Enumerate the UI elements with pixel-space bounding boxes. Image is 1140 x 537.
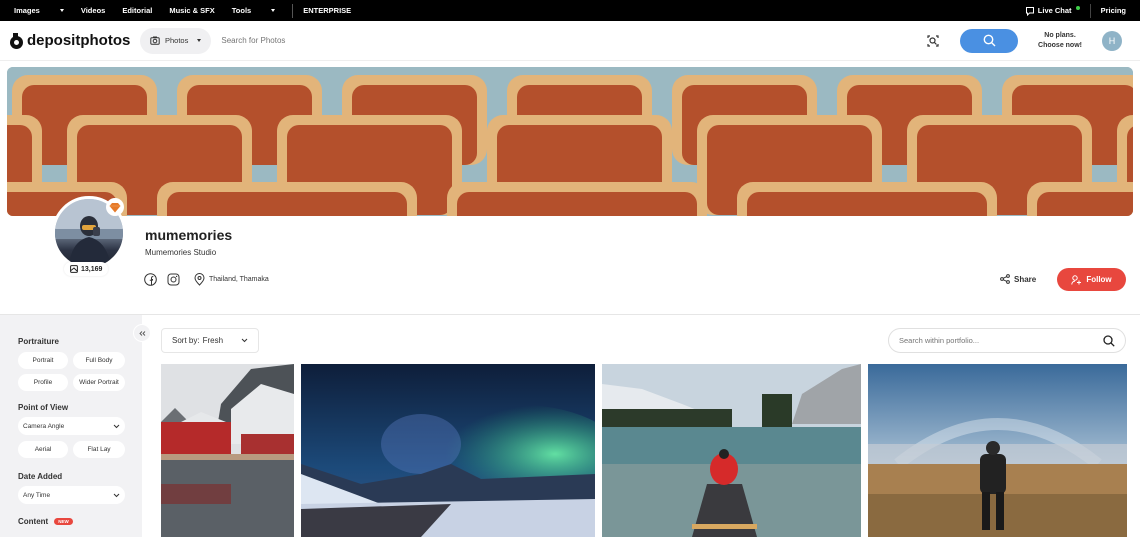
search-type-dropdown[interactable]: Photos xyxy=(140,27,212,54)
site-header: depositphotos Photos No plans. Choose no… xyxy=(0,21,1140,61)
chevron-down-icon xyxy=(113,424,120,428)
portfolio-search xyxy=(888,328,1126,353)
point-of-view-chips: Aerial Flat Lay xyxy=(18,441,125,458)
profile-username: mumemories xyxy=(145,227,233,243)
filter-heading-date-added: Date Added xyxy=(18,472,63,481)
profile-location: Thailand, Thamaka xyxy=(194,273,269,286)
camera-icon xyxy=(150,36,160,45)
nav-images[interactable]: Images xyxy=(14,6,64,15)
photo-aurora xyxy=(301,364,595,537)
search-input[interactable] xyxy=(221,36,925,45)
photo-tile[interactable] xyxy=(161,364,294,537)
add-user-icon xyxy=(1071,274,1082,285)
image-search-icon xyxy=(927,34,939,47)
photo-hiker-fogbow xyxy=(868,364,1127,537)
filter-heading-portraiture: Portraiture xyxy=(18,337,59,346)
file-count-badge: 13,169 xyxy=(64,262,109,276)
filter-heading-content: Content NEW xyxy=(18,517,124,526)
chip-profile[interactable]: Profile xyxy=(18,374,68,391)
portraiture-chips: Portrait Full Body Profile Wider Portrai… xyxy=(18,352,125,391)
chip-full-body[interactable]: Full Body xyxy=(73,352,125,369)
nav-editorial[interactable]: Editorial xyxy=(122,6,152,15)
follow-button[interactable]: Follow xyxy=(1057,268,1126,291)
diamond-icon xyxy=(109,202,121,212)
nav-videos[interactable]: Videos xyxy=(81,6,105,15)
nav-tools[interactable]: Tools xyxy=(232,6,276,15)
location-pin-icon xyxy=(194,273,205,286)
logo-mark-icon xyxy=(10,32,24,49)
search-button[interactable] xyxy=(960,28,1019,53)
search-bar: Photos xyxy=(140,27,925,54)
visual-search-button[interactable] xyxy=(924,32,942,50)
auditorium-seats-image xyxy=(7,67,1133,216)
chip-flat-lay[interactable]: Flat Lay xyxy=(73,441,125,458)
sort-dropdown[interactable]: Sort by: Fresh xyxy=(161,328,259,353)
double-chevron-left-icon xyxy=(138,330,145,336)
logo[interactable]: depositphotos xyxy=(10,32,140,49)
search-icon xyxy=(983,34,996,47)
image-icon xyxy=(70,265,78,273)
nav-music-sfx[interactable]: Music & SFX xyxy=(169,6,214,15)
photo-tile[interactable] xyxy=(868,364,1127,537)
facebook-icon[interactable] xyxy=(144,273,157,286)
top-nav-bar: Images Videos Editorial Music & SFX Tool… xyxy=(0,0,1140,21)
profile-links: Thailand, Thamaka xyxy=(144,273,269,286)
photo-tile[interactable] xyxy=(301,364,595,537)
chip-aerial[interactable]: Aerial xyxy=(18,441,68,458)
section-divider xyxy=(0,314,1140,315)
profile-studio-name: Mumemories Studio xyxy=(145,248,217,257)
profile-section: 13,169 mumemories Mumemories Studio Thai… xyxy=(0,196,1140,314)
nav-pricing[interactable]: Pricing xyxy=(1089,3,1126,18)
portfolio-search-input[interactable] xyxy=(899,336,1103,345)
chip-wider-portrait[interactable]: Wider Portrait xyxy=(73,374,125,391)
chat-bubble-icon xyxy=(1025,6,1034,16)
chevron-down-icon xyxy=(241,338,248,343)
nav-enterprise[interactable]: ENTERPRISE xyxy=(303,6,351,15)
caret-down-icon xyxy=(197,39,202,42)
date-added-select[interactable]: Any Time xyxy=(18,486,125,504)
filter-sidebar: Portraiture Portrait Full Body Profile W… xyxy=(0,315,142,537)
share-icon xyxy=(1000,274,1010,284)
caret-down-icon xyxy=(59,9,64,12)
photo-tile[interactable] xyxy=(602,364,861,537)
live-chat-button[interactable]: Live Chat xyxy=(1025,6,1080,16)
premium-contributor-badge xyxy=(106,198,124,216)
filter-heading-point-of-view: Point of View xyxy=(18,403,69,412)
plans-link[interactable]: No plans. Choose now! xyxy=(1038,31,1082,51)
user-avatar[interactable]: H xyxy=(1102,30,1122,51)
new-badge: NEW xyxy=(54,518,73,526)
nav-divider xyxy=(292,3,294,18)
photo-red-cabins xyxy=(161,364,294,537)
instagram-icon[interactable] xyxy=(167,273,180,286)
collapse-sidebar-button[interactable] xyxy=(133,324,151,342)
profile-banner-image xyxy=(7,67,1133,216)
share-button[interactable]: Share xyxy=(1000,274,1036,284)
chevron-down-icon xyxy=(113,493,120,497)
camera-angle-select[interactable]: Camera Angle xyxy=(18,417,125,435)
online-status-dot xyxy=(1075,6,1080,10)
photo-canoe-lake xyxy=(602,364,861,537)
chip-portrait[interactable]: Portrait xyxy=(18,352,68,369)
caret-down-icon xyxy=(271,9,276,12)
search-icon[interactable] xyxy=(1103,334,1115,347)
